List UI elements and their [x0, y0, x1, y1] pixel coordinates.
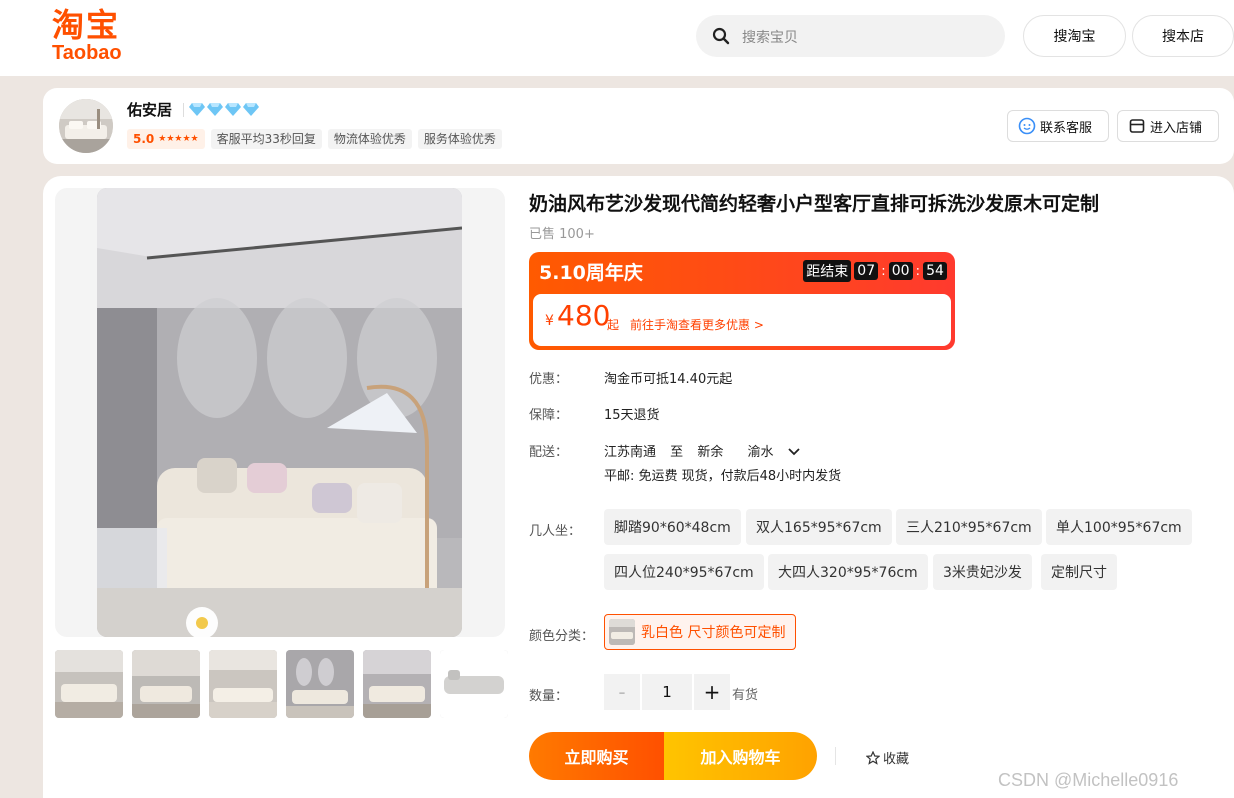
- chevron-down-icon: [787, 448, 800, 456]
- store-icon: [1129, 119, 1145, 133]
- shop-tag: 客服平均33秒回复: [210, 129, 322, 149]
- promo-banner: 5.10周年庆 距结束 07 : 00 : 54 ¥ 480 起 前往手淘查看更…: [529, 252, 955, 350]
- thumbnail-image[interactable]: [55, 650, 123, 718]
- countdown-seconds: 54: [923, 262, 947, 280]
- price-suffix: 起: [607, 318, 620, 332]
- shop-level-diamonds: [189, 102, 259, 116]
- shipping-note: 平邮: 免运费 现货，付款后48小时内发货: [604, 469, 842, 484]
- diamond-icon: [207, 103, 223, 116]
- shop-score-badge: 5.0 ★★★★★: [127, 129, 205, 149]
- shipping-label: 配送：: [529, 445, 569, 460]
- color-thumbnail: [609, 619, 635, 645]
- countdown: 距结束 07 : 00 : 54: [803, 260, 947, 282]
- seat-option[interactable]: 定制尺寸: [1041, 554, 1117, 590]
- ship-from: 江苏南通: [604, 445, 657, 460]
- search-input[interactable]: 搜索宝贝: [696, 15, 1005, 57]
- contact-service-label: 联系客服: [1040, 120, 1093, 136]
- ship-district: 渝水: [747, 445, 774, 460]
- favorite-button[interactable]: 收藏: [866, 748, 909, 767]
- search-placeholder: 搜索宝贝: [742, 30, 798, 46]
- add-to-cart-button[interactable]: 加入购物车: [664, 732, 817, 780]
- seat-option[interactable]: 三人210*95*67cm: [896, 509, 1042, 545]
- shop-tags: 5.0 ★★★★★ 客服平均33秒回复 物流体验优秀 服务体验优秀: [127, 129, 502, 149]
- product-title: 奶油风布艺沙发现代简约轻奢小户型客厅直排可拆洗沙发原木可定制: [529, 193, 1100, 215]
- watermark-text: CSDN @Michelle0916: [998, 770, 1179, 790]
- thumbnail-strip: [55, 650, 508, 718]
- countdown-minutes: 00: [888, 262, 913, 280]
- thumbnail-image[interactable]: [363, 650, 431, 718]
- guarantee-label: 保障：: [529, 408, 569, 423]
- diamond-icon: [243, 103, 259, 116]
- diamond-icon: [189, 103, 205, 116]
- countdown-label: 距结束: [803, 260, 852, 282]
- quantity-increase-button[interactable]: +: [694, 674, 730, 710]
- buy-now-button[interactable]: 立即购买: [529, 732, 664, 780]
- favorite-label: 收藏: [883, 752, 910, 767]
- divider: [835, 747, 836, 765]
- currency-symbol: ¥: [545, 313, 554, 329]
- more-discounts-link[interactable]: 前往手淘查看更多优惠 >: [630, 316, 764, 333]
- logo-text-en: Taobao: [52, 42, 122, 64]
- price-value: 480: [557, 299, 611, 332]
- seat-option[interactable]: 脚踏90*60*48cm: [604, 509, 741, 545]
- star-rating: ★★★★★: [158, 134, 199, 144]
- search-shop-button[interactable]: 搜本店: [1132, 15, 1234, 57]
- discount-value: 淘金币可抵14.40元起: [604, 372, 733, 387]
- logo-text-cn: 淘宝: [52, 6, 121, 44]
- customer-service-icon: [1018, 117, 1036, 135]
- ship-to-word: 至: [670, 445, 684, 460]
- product-card: 奶油风布艺沙发现代简约轻奢小户型客厅直排可拆洗沙发原木可定制 已售 100+ 5…: [43, 176, 1234, 798]
- thumbnail-image[interactable]: [440, 650, 508, 718]
- shop-name[interactable]: 佑安居: [127, 99, 172, 120]
- purchase-buttons: 立即购买 加入购物车: [529, 732, 817, 780]
- seat-option[interactable]: 四人位240*95*67cm: [604, 554, 764, 590]
- shop-score: 5.0: [133, 132, 155, 146]
- promo-event-title: 5.10周年庆: [539, 262, 643, 284]
- contact-service-button[interactable]: 联系客服: [1007, 110, 1109, 142]
- thumbnail-image[interactable]: [132, 650, 200, 718]
- color-label: 颜色分类：: [529, 629, 595, 644]
- seat-option[interactable]: 大四人320*95*76cm: [768, 554, 928, 590]
- seat-option[interactable]: 双人165*95*67cm: [746, 509, 892, 545]
- thumbnail-image[interactable]: [286, 650, 354, 718]
- divider: [183, 103, 184, 117]
- seat-option[interactable]: 3米贵妃沙发: [933, 554, 1032, 590]
- taobao-logo[interactable]: 淘宝 Taobao: [52, 8, 144, 66]
- shipping-route[interactable]: 江苏南通 至 新余 渝水: [604, 441, 800, 460]
- enter-shop-label: 进入店铺: [1150, 120, 1203, 136]
- seat-option[interactable]: 单人100*95*67cm: [1046, 509, 1192, 545]
- shop-card: 佑安居 5.0 ★★★★★ 客服平均33秒回复 物流体验优秀 服务体验优秀 联系…: [43, 88, 1234, 164]
- product-image-area: [55, 188, 505, 637]
- countdown-separator: :: [881, 263, 886, 279]
- sold-count: 已售 100+: [529, 227, 595, 242]
- price-box: ¥ 480 起 前往手淘查看更多优惠 >: [533, 294, 951, 346]
- shop-tag: 物流体验优秀: [327, 129, 412, 149]
- diamond-icon: [225, 103, 241, 116]
- product-main-image[interactable]: [97, 188, 462, 637]
- discount-label: 优惠：: [529, 372, 569, 387]
- quantity-stepper: - 1 +: [604, 674, 730, 710]
- shop-tag: 服务体验优秀: [417, 129, 502, 149]
- star-icon: [866, 750, 880, 765]
- stock-status: 有货: [732, 688, 759, 703]
- color-option-selected[interactable]: 乳白色 尺寸颜色可定制: [604, 614, 797, 650]
- top-header: 淘宝 Taobao 搜索宝贝 搜淘宝 搜本店: [0, 0, 1234, 76]
- countdown-hours: 07: [854, 262, 879, 280]
- thumbnail-image[interactable]: [209, 650, 277, 718]
- seats-label: 几人坐：: [529, 524, 582, 539]
- color-option-label: 乳白色 尺寸颜色可定制: [641, 625, 786, 641]
- countdown-separator: :: [915, 263, 920, 279]
- quantity-label: 数量：: [529, 689, 569, 704]
- guarantee-value: 15天退货: [604, 408, 660, 423]
- quantity-decrease-button[interactable]: -: [604, 674, 640, 710]
- shop-avatar[interactable]: [59, 99, 113, 153]
- ship-city: 新余: [697, 445, 724, 460]
- quantity-input[interactable]: 1: [642, 674, 692, 710]
- enter-shop-button[interactable]: 进入店铺: [1117, 110, 1219, 142]
- search-icon: [712, 27, 730, 45]
- search-taobao-button[interactable]: 搜淘宝: [1023, 15, 1126, 57]
